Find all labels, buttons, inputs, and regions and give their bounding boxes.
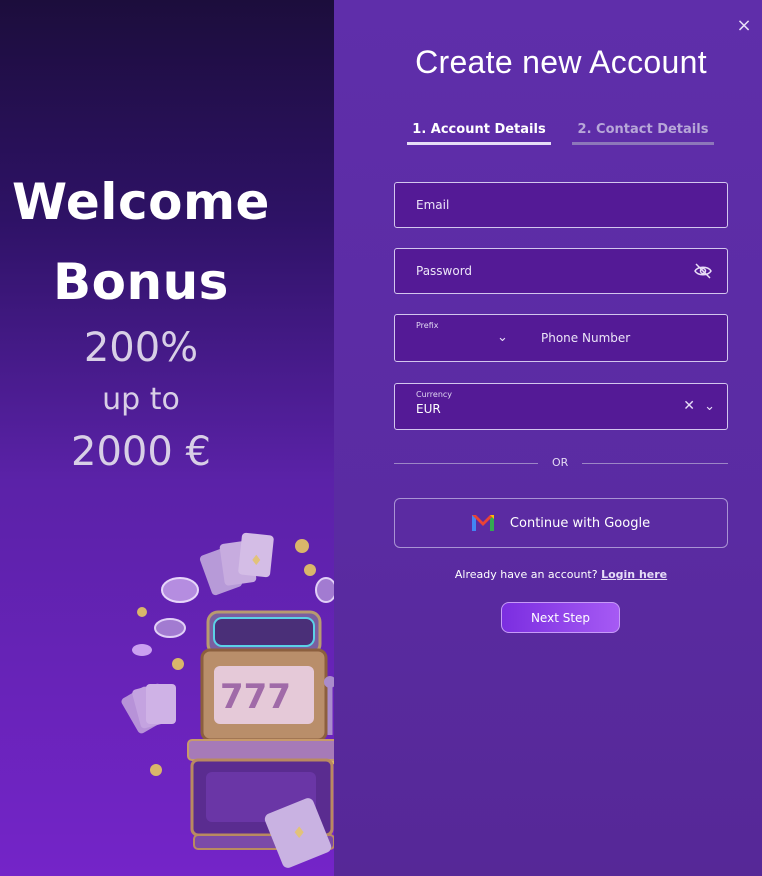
login-link[interactable]: Login here	[601, 568, 667, 581]
next-step-button[interactable]: Next Step	[501, 602, 620, 633]
clear-icon[interactable]: ✕	[683, 398, 695, 414]
login-prompt: Already have an account? Login here	[334, 568, 762, 581]
step-tabs: 1. Account Details 2. Contact Details	[407, 122, 715, 146]
google-signin-button[interactable]: Continue with Google	[394, 498, 728, 548]
slot-machine-illustration: ♦ 777 ♦	[121, 532, 334, 868]
currency-label: Currency	[416, 390, 453, 399]
svg-text:♦: ♦	[250, 553, 263, 569]
tab-contact-details[interactable]: 2. Contact Details	[572, 122, 714, 145]
signup-panel: × Create new Account 1. Account Details …	[334, 0, 762, 876]
tab-account-details[interactable]: 1. Account Details	[407, 122, 551, 145]
chip-icon	[154, 618, 186, 638]
google-button-label: Continue with Google	[509, 515, 651, 531]
playing-cards-icon: ♦	[199, 532, 274, 596]
chevron-down-icon[interactable]: ⌄	[497, 330, 508, 345]
chevron-down-icon[interactable]: ⌄	[704, 399, 715, 414]
coin-icon	[137, 607, 147, 617]
phone-placeholder: Phone Number	[541, 331, 631, 345]
gmail-icon	[471, 515, 494, 531]
promo-amount: 2000 €	[71, 429, 211, 475]
close-icon[interactable]: ×	[732, 14, 756, 38]
page-title: Create new Account	[415, 44, 707, 80]
currency-select[interactable]: Currency EUR ✕ ⌄	[394, 383, 728, 430]
svg-text:777: 777	[220, 677, 291, 717]
card-fan-icon	[121, 683, 176, 734]
coin-icon	[172, 658, 184, 670]
promo-percent: 200%	[83, 325, 199, 371]
coin-icon	[295, 539, 309, 553]
svg-text:♦: ♦	[292, 823, 306, 842]
prefix-label: Prefix	[416, 321, 439, 330]
coin-icon	[150, 764, 162, 776]
password-field[interactable]: Password	[394, 248, 728, 294]
email-placeholder: Email	[416, 198, 450, 212]
login-prompt-text: Already have an account?	[454, 568, 598, 581]
or-label: OR	[552, 456, 569, 469]
password-placeholder: Password	[416, 264, 473, 278]
promo-panel: Welcome Bonus 200% up to 2000 € ♦ 777 ♦	[0, 0, 334, 876]
chip-icon	[132, 644, 152, 656]
promo-welcome: Welcome	[12, 173, 270, 231]
divider-line	[394, 463, 538, 464]
or-divider: OR	[394, 455, 728, 471]
chip-icon	[315, 577, 334, 603]
phone-field[interactable]: Prefix ⌄ Phone Number	[394, 314, 728, 362]
eye-off-icon[interactable]	[693, 262, 713, 280]
divider-line	[582, 463, 728, 464]
promo-bonus: Bonus	[53, 253, 229, 311]
coin-icon	[304, 564, 316, 576]
promo-text: Welcome Bonus 200% up to 2000 €	[0, 162, 282, 478]
currency-value: EUR	[416, 402, 441, 416]
chip-icon	[161, 577, 199, 603]
email-field[interactable]: Email	[394, 182, 728, 228]
promo-upto: up to	[102, 382, 180, 417]
